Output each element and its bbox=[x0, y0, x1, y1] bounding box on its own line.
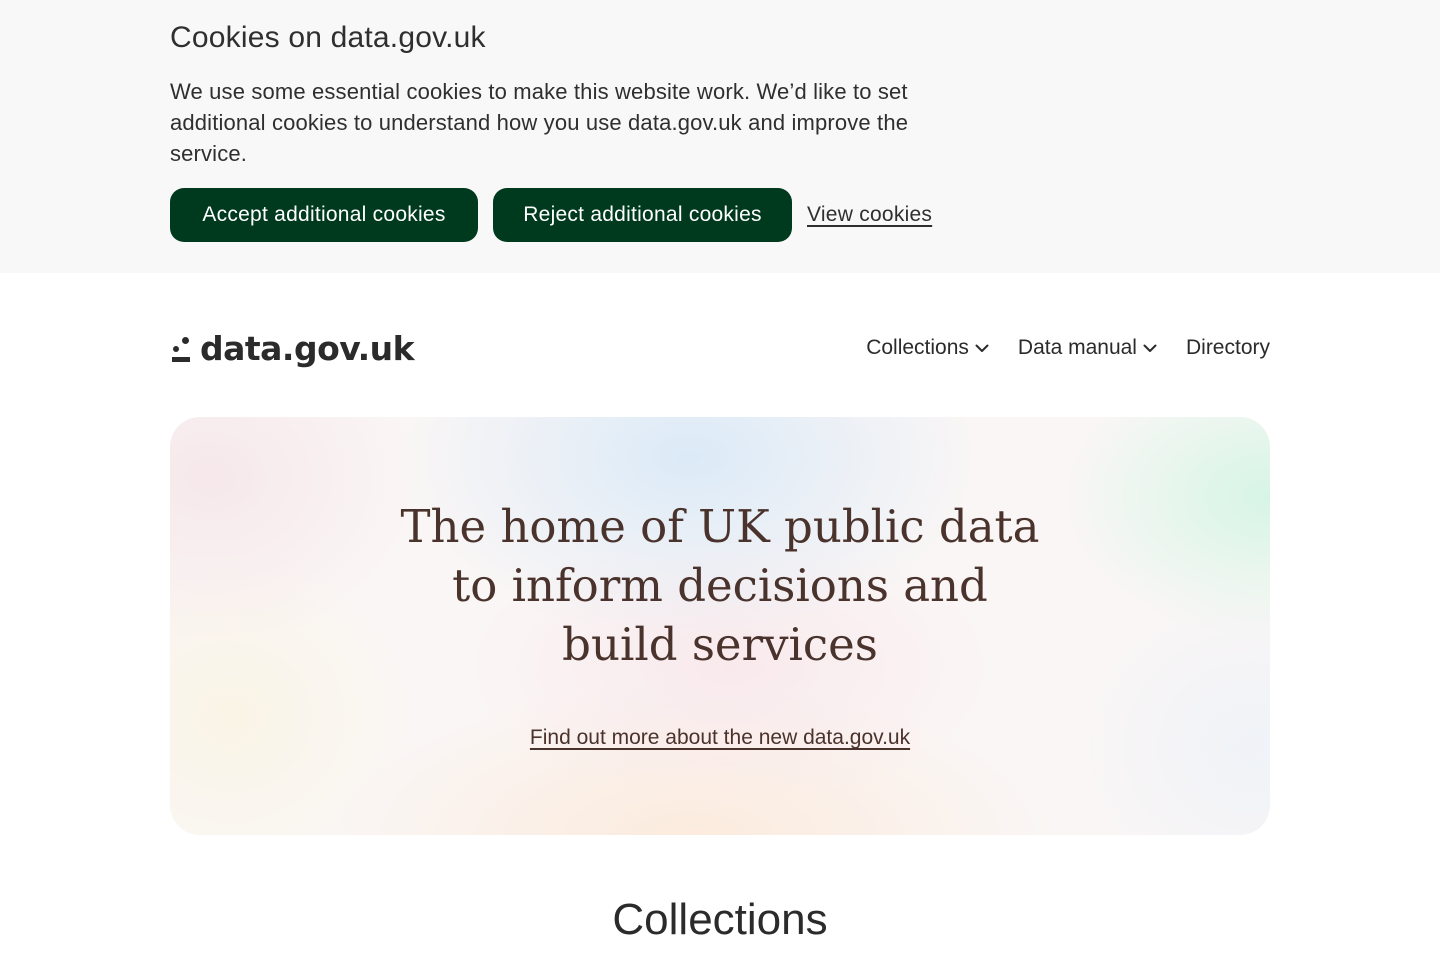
hero-banner: The home of UK public data to inform dec… bbox=[170, 417, 1270, 835]
main-nav: Collections Data manual Directory bbox=[866, 327, 1270, 369]
nav-item-data-manual[interactable]: Data manual bbox=[1018, 336, 1158, 360]
cookie-banner-text: We use some essential cookies to make th… bbox=[170, 79, 909, 166]
cookie-banner-title: Cookies on data.gov.uk bbox=[170, 21, 486, 54]
accept-cookies-button[interactable]: Accept additional cookies bbox=[170, 188, 478, 242]
logo-mark-icon bbox=[170, 333, 192, 363]
cookie-banner-actions: Accept additional cookies Reject additio… bbox=[170, 188, 932, 242]
chevron-down-icon bbox=[975, 344, 989, 352]
nav-item-directory[interactable]: Directory bbox=[1186, 336, 1270, 360]
site-logo[interactable]: data.gov.uk bbox=[170, 327, 415, 369]
nav-item-label: Collections bbox=[866, 336, 969, 359]
nav-item-label: Data manual bbox=[1017, 336, 1137, 359]
view-cookies-link[interactable]: View cookies bbox=[807, 203, 932, 227]
chevron-down-icon bbox=[1143, 344, 1157, 352]
about-new-site-link[interactable]: Find out more about the new data.gov.uk bbox=[530, 726, 910, 749]
reject-cookies-button[interactable]: Reject additional cookies bbox=[493, 188, 792, 242]
nav-item-collections[interactable]: Collections bbox=[866, 336, 990, 360]
logo-text: data.gov.uk bbox=[200, 328, 415, 368]
nav-item-label: Directory bbox=[1185, 336, 1270, 359]
site-header: data.gov.uk Collections Data manual Dire… bbox=[170, 327, 1270, 369]
hero-title: The home of UK public data to inform dec… bbox=[400, 500, 1040, 671]
cookie-banner-content: Cookies on data.gov.uk We use some essen… bbox=[170, 20, 970, 242]
cookie-banner: Cookies on data.gov.uk We use some essen… bbox=[0, 0, 1440, 273]
collections-heading: Collections bbox=[612, 895, 828, 944]
hero-link-wrapper: Find out more about the new data.gov.uk bbox=[170, 726, 1270, 750]
